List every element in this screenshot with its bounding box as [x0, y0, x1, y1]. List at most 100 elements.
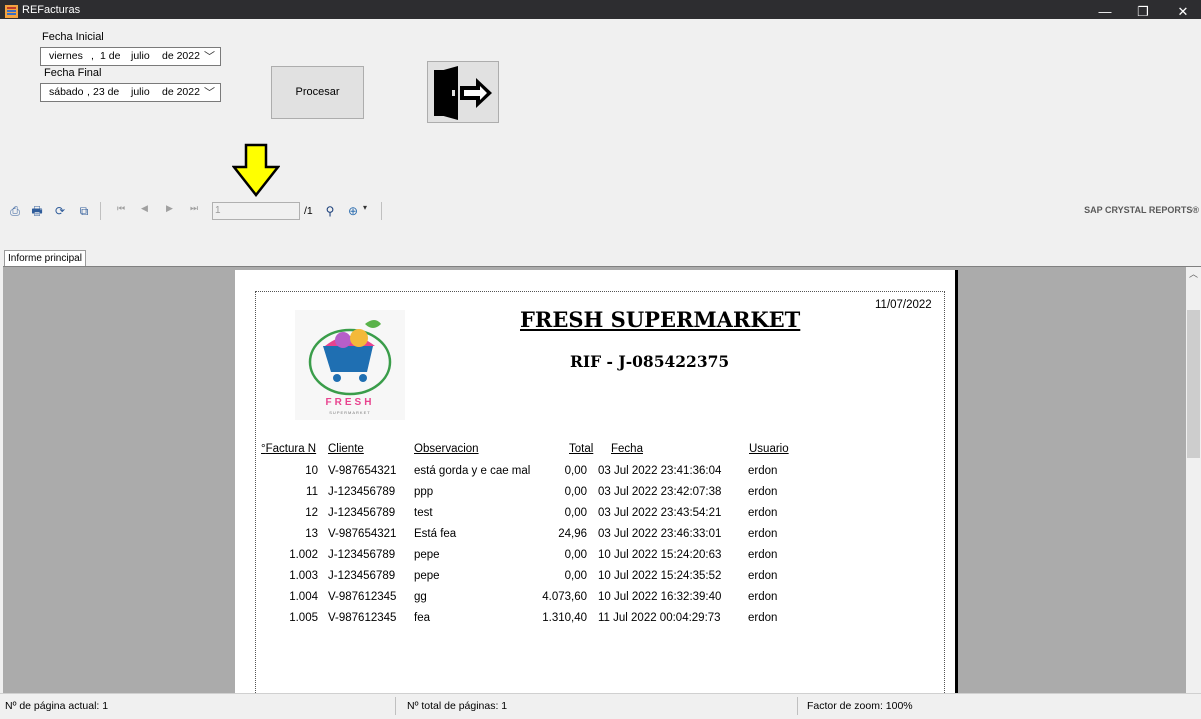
fresh-logo: FRESH SUPERMARKET — [295, 310, 405, 420]
status-total-pages: Nº total de páginas: 1 — [407, 700, 508, 712]
cell-observacion: Está fea — [414, 528, 457, 540]
cell-usuario: erdon — [748, 528, 778, 540]
scroll-up-icon[interactable]: ︿ — [1186, 267, 1201, 282]
status-current-page: Nº de página actual: 1 — [5, 700, 109, 712]
cell-usuario: erdon — [748, 591, 778, 603]
col-header-observacion: Observacion — [414, 443, 479, 455]
fecha-final-day: 23 de — [93, 86, 120, 98]
cell-usuario: erdon — [748, 486, 778, 498]
cell-total: 24,96 — [558, 528, 587, 540]
cell-total: 1.310,40 — [542, 612, 587, 624]
toolbar-separator — [381, 202, 382, 220]
logo-subtext: SUPERMARKET — [329, 410, 370, 415]
cell-observacion: ppp — [414, 486, 434, 498]
next-page-icon[interactable]: ▶ — [166, 203, 173, 214]
chevron-down-icon[interactable]: ﹀ — [204, 48, 215, 64]
cell-observacion: pepe — [414, 549, 440, 561]
app-icon — [5, 5, 18, 18]
exit-button[interactable] — [427, 61, 499, 123]
cell-cliente: V-987612345 — [328, 591, 397, 603]
cell-total: 0,00 — [564, 486, 587, 498]
cell-usuario: erdon — [748, 549, 778, 561]
print-icon[interactable]: 🖶 — [29, 203, 45, 219]
refresh-icon[interactable]: ⟳ — [52, 203, 68, 219]
col-header-total: Total — [569, 443, 594, 455]
cell-fecha: 03 Jul 2022 23:41:36:04 — [598, 465, 722, 477]
zoom-icon[interactable]: ⊕ — [345, 203, 361, 219]
report-toolbar: ⎙ 🖶 ⟳ ⧉ ⏮ ◀ ▶ ⏭ 1 /1 ⚲ ⊕ ▾ SAP CRYSTAL R… — [0, 200, 1201, 223]
cell-observacion: gg — [414, 591, 427, 603]
fecha-final-label: Fecha Final — [44, 67, 102, 79]
cell-usuario: erdon — [748, 612, 778, 624]
cell-observacion: test — [414, 507, 433, 519]
cell-observacion: está gorda y e cae mal — [414, 465, 531, 477]
cell-factura: 1.002 — [289, 549, 318, 561]
fecha-final-year: de 2022 — [162, 86, 200, 98]
scroll-thumb[interactable] — [1187, 310, 1200, 458]
logo-text: FRESH — [326, 397, 375, 408]
cell-total: 0,00 — [564, 507, 587, 519]
fecha-final-picker[interactable]: sábado , 23 de julio de 2022 ﹀ — [40, 83, 221, 102]
status-zoom: Factor de zoom: 100% — [807, 700, 913, 712]
cell-total: 0,00 — [564, 549, 587, 561]
chevron-down-icon[interactable]: ﹀ — [204, 84, 215, 100]
status-bar: Nº de página actual: 1 Nº total de págin… — [0, 693, 1201, 719]
cell-cliente: V-987654321 — [328, 465, 397, 477]
first-page-icon[interactable]: ⏮ — [117, 203, 125, 214]
fecha-inicial-day: 1 de — [100, 50, 121, 62]
cell-fecha: 03 Jul 2022 23:46:33:01 — [598, 528, 722, 540]
cell-fecha: 10 Jul 2022 15:24:35:52 — [598, 570, 722, 582]
cell-total: 4.073,60 — [542, 591, 587, 603]
fecha-final-weekday: sábado — [49, 86, 84, 98]
cell-fecha: 03 Jul 2022 23:42:07:38 — [598, 486, 722, 498]
binoculars-icon[interactable]: ⚲ — [322, 203, 338, 219]
printed-date: 11/07/2022 — [875, 299, 932, 311]
fecha-inicial-weekday: viernes — [49, 50, 83, 62]
cell-cliente: J-123456789 — [328, 549, 396, 561]
page-number-input[interactable]: 1 — [212, 202, 300, 220]
cell-fecha: 10 Jul 2022 15:24:20:63 — [598, 549, 722, 561]
zoom-dropdown-icon[interactable]: ▾ — [363, 203, 367, 212]
fecha-inicial-month: julio — [131, 50, 150, 62]
procesar-button[interactable]: Procesar — [271, 66, 364, 119]
arrow-down-icon — [232, 143, 280, 197]
status-separator — [395, 697, 396, 715]
vertical-scrollbar[interactable]: ︿ ﹀ — [1186, 267, 1201, 708]
cell-factura: 1.003 — [289, 570, 318, 582]
page-total: /1 — [304, 205, 313, 217]
window-title: REFacturas — [22, 4, 81, 16]
cell-usuario: erdon — [748, 570, 778, 582]
col-header-usuario: Usuario — [749, 443, 789, 455]
fecha-final-month: julio — [131, 86, 150, 98]
cell-factura: 13 — [305, 528, 318, 540]
cell-usuario: erdon — [748, 507, 778, 519]
status-separator — [797, 697, 798, 715]
prev-page-icon[interactable]: ◀ — [141, 203, 148, 214]
cell-observacion: fea — [414, 612, 430, 624]
cell-fecha: 11 Jul 2022 00:04:29:73 — [598, 612, 721, 624]
cell-factura: 12 — [305, 507, 318, 519]
last-page-icon[interactable]: ⏭ — [190, 203, 198, 214]
cell-factura: 1.005 — [289, 612, 318, 624]
toolbar-separator — [100, 202, 101, 220]
cell-fecha: 10 Jul 2022 16:32:39:40 — [598, 591, 722, 603]
cell-cliente: J-123456789 — [328, 507, 396, 519]
report-page: FRESH SUPERMARKET FRESH SUPERMARKET RIF … — [235, 270, 958, 708]
cell-factura: 10 — [305, 465, 318, 477]
main-window: Fecha Inicial viernes , 1 de julio de 20… — [0, 19, 1201, 719]
export-icon[interactable]: ⎙ — [7, 203, 23, 219]
sap-crystal-reports-brand: SAP CRYSTAL REPORTS® — [1084, 205, 1199, 215]
cell-observacion: pepe — [414, 570, 440, 582]
cell-usuario: erdon — [748, 465, 778, 477]
cell-cliente: V-987654321 — [328, 528, 397, 540]
cell-total: 0,00 — [564, 465, 587, 477]
exit-door-icon — [434, 66, 492, 120]
cell-factura: 1.004 — [289, 591, 318, 603]
fecha-inicial-picker[interactable]: viernes , 1 de julio de 2022 ﹀ — [40, 47, 221, 66]
report-viewer: FRESH SUPERMARKET FRESH SUPERMARKET RIF … — [3, 266, 1201, 708]
fecha-inicial-year: de 2022 — [162, 50, 200, 62]
cell-cliente: J-123456789 — [328, 486, 396, 498]
company-name: FRESH SUPERMARKET — [520, 307, 801, 332]
cell-total: 0,00 — [564, 570, 587, 582]
copy-icon[interactable]: ⧉ — [76, 203, 92, 219]
